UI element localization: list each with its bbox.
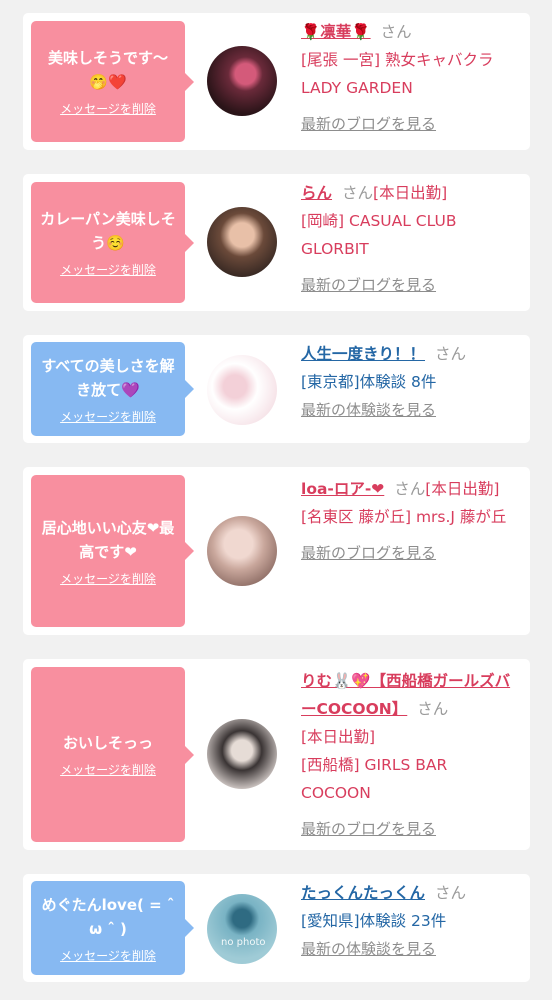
latest-blog-link[interactable]: 最新のブログを見る [301, 110, 436, 138]
profile-name-link[interactable]: たっくんたっくん [301, 884, 425, 902]
profile-info: りむ🐰💖【西船橋ガールズバーCOCOON】 さん [本日出勤] [西船橋] GIR… [301, 667, 521, 843]
profile-info: 人生一度きり！！ さん [東京都]体験談 8件 最新の体験談を見る [301, 340, 521, 424]
no-photo-label: no photo [221, 937, 266, 948]
status-badge: [本日出勤] [425, 480, 500, 498]
message-card: すべての美しさを解き放て💜 メッセージを削除 人生一度きり！！ さん [東京都]体… [23, 335, 530, 443]
message-card: カレーパン美味しそう☺️ メッセージを削除 らん さん[本日出勤] [岡崎] CA… [23, 174, 530, 311]
latest-blog-link[interactable]: 最新のブログを見る [301, 815, 436, 843]
message-text: 美味しそうです〜🤭❤️ [47, 49, 168, 91]
latest-review-link[interactable]: 最新の体験談を見る [301, 940, 436, 958]
message-card: 居心地いい心友❤最高です❤ メッセージを削除 loa-ロア-❤ さん[本日出勤] … [23, 467, 530, 635]
delete-message-link[interactable]: メッセージを削除 [60, 100, 156, 117]
message-bubble: すべての美しさを解き放て💜 メッセージを削除 [31, 342, 194, 436]
honorific: さん [435, 884, 467, 902]
latest-blog-link[interactable]: 最新のブログを見る [301, 539, 436, 567]
profile-name-link[interactable]: loa-ロア-❤ [301, 480, 384, 498]
profile-name-link[interactable]: らん [301, 184, 332, 202]
avatar-placeholder[interactable]: no photo [207, 894, 277, 964]
profile-info: 🌹凛華🌹 さん [尾張 一宮] 熟女キャバクラ LADY GARDEN 最新のブロ… [301, 18, 521, 138]
message-bubble: めぐたんlove( = ˆ ω ˆ ) メッセージを削除 [31, 881, 194, 975]
honorific: さん [394, 480, 426, 498]
avatar[interactable] [207, 355, 277, 425]
review-count[interactable]: [東京都]体験談 8件 [301, 373, 436, 391]
profile-info: たっくんたっくん さん [愛知県]体験談 23件 最新の体験談を見る [301, 879, 521, 963]
profile-name-link[interactable]: 🌹凛華🌹 [301, 23, 371, 41]
message-bubble: カレーパン美味しそう☺️ メッセージを削除 [31, 182, 194, 303]
message-text: めぐたんlove( = ˆ ω ˆ ) [41, 895, 175, 938]
message-card: めぐたんlove( = ˆ ω ˆ ) メッセージを削除 no photo たっ… [23, 874, 530, 982]
message-card: おいしそっっ メッセージを削除 りむ🐰💖【西船橋ガールズバーCOCOON】 さん … [23, 659, 530, 850]
shop-info[interactable]: [西船橋] GIRLS BAR COCOON [301, 756, 447, 802]
message-text: すべての美しさを解き放て💜 [41, 356, 175, 399]
avatar[interactable] [207, 207, 277, 277]
delete-message-link[interactable]: メッセージを削除 [60, 761, 156, 778]
message-bubble: 居心地いい心友❤最高です❤ メッセージを削除 [31, 475, 194, 627]
profile-name-link[interactable]: 人生一度きり！！ [301, 345, 425, 363]
profile-info: loa-ロア-❤ さん[本日出勤] [名東区 藤が丘] mrs.J 藤が丘 最新の… [301, 475, 521, 567]
message-text: カレーパン美味しそう☺️ [40, 210, 176, 252]
delete-message-link[interactable]: メッセージを削除 [60, 570, 156, 587]
honorific: さん [380, 23, 412, 41]
status-badge: [本日出勤] [301, 728, 376, 746]
avatar[interactable] [207, 46, 277, 116]
review-count[interactable]: [愛知県]体験談 23件 [301, 912, 446, 930]
honorific: さん [435, 345, 467, 363]
message-card: 美味しそうです〜🤭❤️ メッセージを削除 🌹凛華🌹 さん [尾張 一宮] 熟女キャ… [23, 13, 530, 150]
status-badge: [本日出勤] [373, 184, 448, 202]
latest-blog-link[interactable]: 最新のブログを見る [301, 271, 436, 299]
shop-info[interactable]: [名東区 藤が丘] mrs.J 藤が丘 [301, 508, 506, 526]
delete-message-link[interactable]: メッセージを削除 [60, 261, 156, 278]
profile-info: らん さん[本日出勤] [岡崎] CASUAL CLUB GLORBIT 最新のブ… [301, 179, 521, 299]
delete-message-link[interactable]: メッセージを削除 [60, 408, 156, 425]
message-bubble: おいしそっっ メッセージを削除 [31, 667, 194, 842]
avatar[interactable] [207, 719, 277, 789]
message-text: 居心地いい心友❤最高です❤ [41, 518, 175, 561]
honorific: さん [417, 700, 449, 718]
message-bubble: 美味しそうです〜🤭❤️ メッセージを削除 [31, 21, 194, 142]
profile-name-link[interactable]: りむ🐰💖【西船橋ガールズバーCOCOON】 [301, 672, 510, 718]
latest-review-link[interactable]: 最新の体験談を見る [301, 401, 436, 419]
avatar[interactable] [207, 516, 277, 586]
delete-message-link[interactable]: メッセージを削除 [60, 947, 156, 964]
honorific: さん [342, 184, 374, 202]
message-text: おいしそっっ [62, 734, 153, 752]
shop-info[interactable]: [尾張 一宮] 熟女キャバクラ LADY GARDEN [301, 51, 493, 97]
shop-info[interactable]: [岡崎] CASUAL CLUB GLORBIT [301, 212, 456, 258]
